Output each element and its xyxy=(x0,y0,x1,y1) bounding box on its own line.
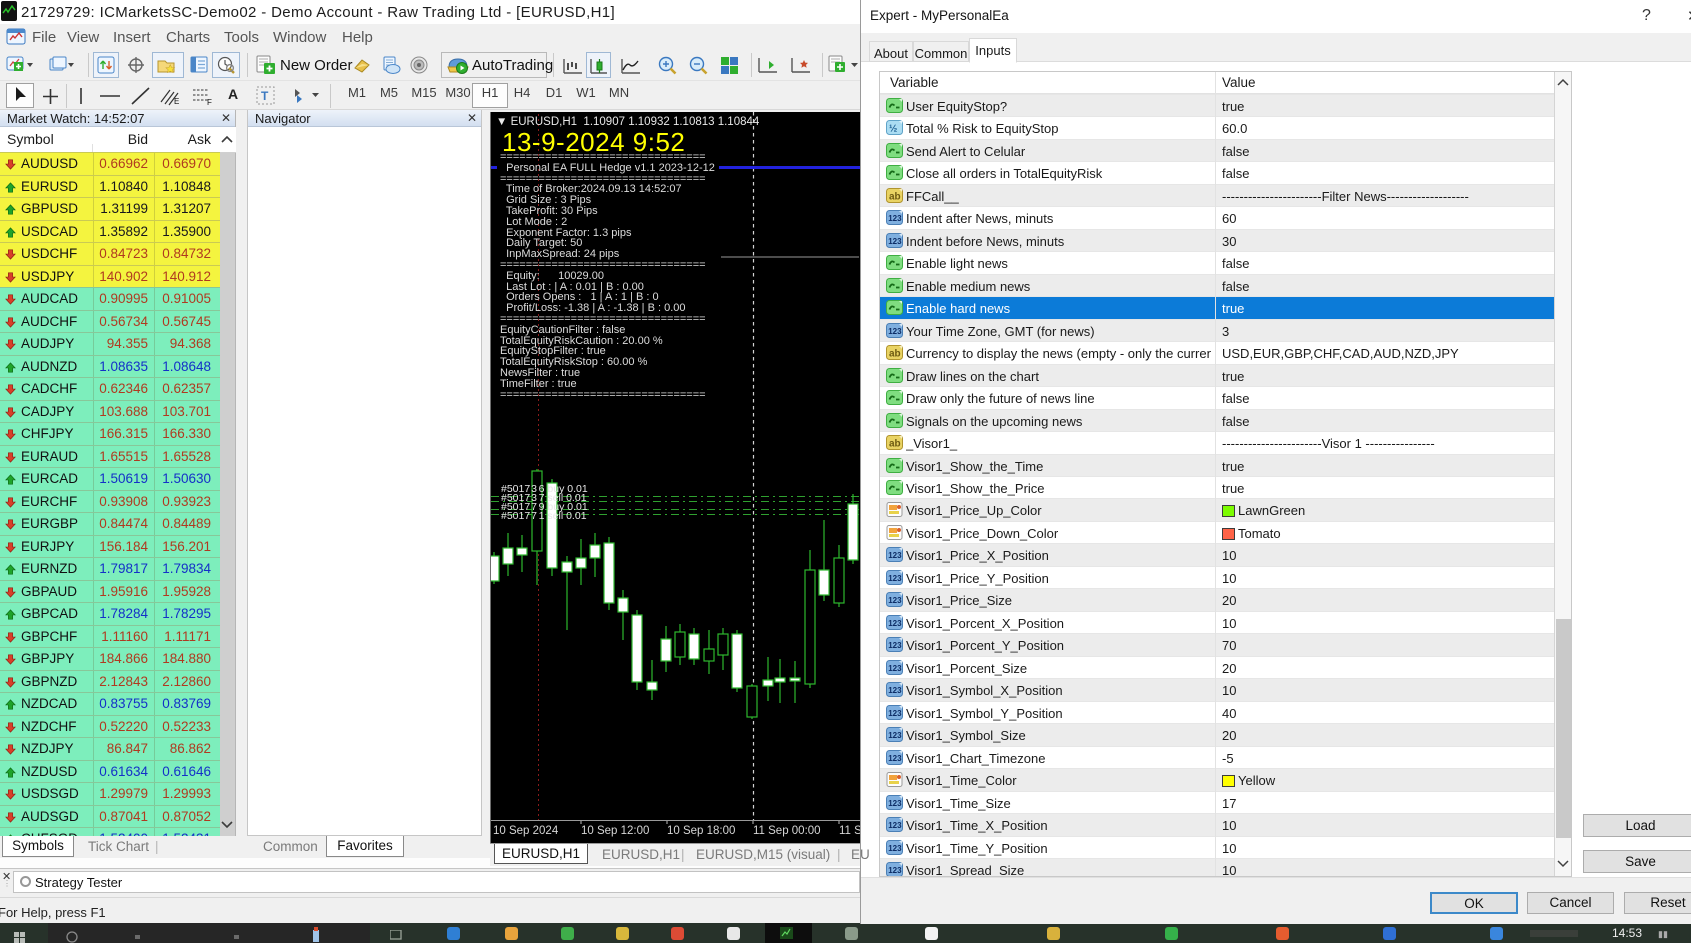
svg-text:#5017 7 1 sell 0.01: #5017 7 1 sell 0.01 xyxy=(501,510,587,522)
svg-text:F: F xyxy=(207,98,212,106)
svg-text:E: E xyxy=(174,97,179,106)
svg-text:T: T xyxy=(261,89,269,103)
